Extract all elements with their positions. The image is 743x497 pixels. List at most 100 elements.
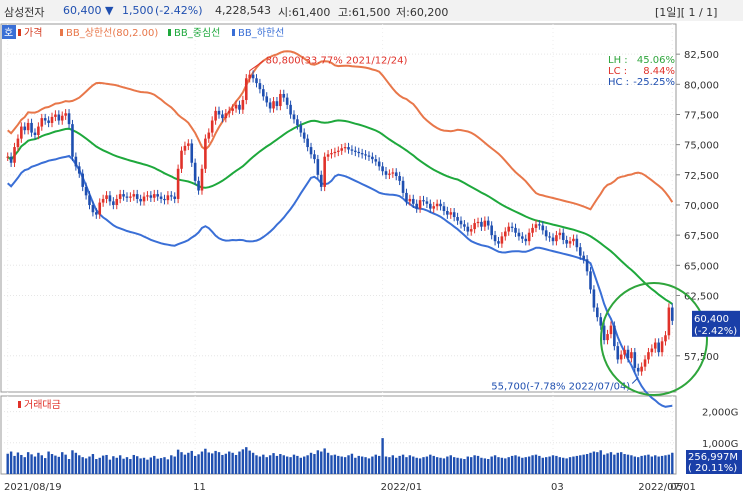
x-tick-label: 2021/08/19 bbox=[4, 482, 62, 493]
candle-body bbox=[463, 224, 466, 227]
volume-bar bbox=[449, 455, 452, 474]
volume-bar bbox=[538, 455, 541, 474]
candle-body bbox=[636, 367, 640, 372]
candle-body bbox=[527, 232, 531, 242]
candle-body bbox=[592, 289, 596, 308]
candle-body bbox=[411, 198, 415, 204]
candle-body bbox=[384, 171, 388, 175]
volume-bar bbox=[173, 456, 176, 474]
candle-body bbox=[394, 172, 398, 177]
stat-value: -25.25% bbox=[633, 77, 675, 88]
candle-body bbox=[71, 124, 74, 157]
candle-body bbox=[398, 176, 401, 181]
volume-bar bbox=[425, 456, 429, 474]
volume-bar bbox=[555, 455, 558, 474]
candle-body bbox=[616, 346, 620, 360]
volume-bar bbox=[463, 459, 466, 474]
y-tick-label: 70,000 bbox=[684, 201, 719, 212]
candle-body bbox=[146, 195, 149, 197]
volume-bar bbox=[565, 458, 568, 474]
candle-body bbox=[251, 74, 255, 79]
y-tick-label: 72,500 bbox=[684, 171, 719, 182]
candle-body bbox=[354, 150, 357, 152]
volume-bar bbox=[493, 455, 497, 474]
volume-bar bbox=[572, 456, 575, 474]
candle-body bbox=[47, 120, 50, 123]
volume-bar bbox=[398, 455, 401, 474]
candle-body bbox=[582, 255, 585, 260]
candle-body bbox=[248, 74, 251, 79]
candle-body bbox=[544, 230, 548, 237]
volume-legend-label: 거래대금 bbox=[24, 399, 61, 411]
candle-body bbox=[357, 151, 361, 154]
price-badge-value: 60,400 bbox=[694, 314, 729, 325]
volume-bar bbox=[282, 455, 285, 474]
volume-bar bbox=[125, 457, 129, 474]
candle-body bbox=[670, 307, 674, 321]
candle-body bbox=[166, 195, 170, 201]
candle-body bbox=[306, 138, 309, 148]
volume-bar bbox=[115, 457, 118, 474]
volume-bar bbox=[197, 454, 200, 474]
candle-body bbox=[640, 366, 643, 372]
open-price: 시:61,400 bbox=[278, 6, 331, 19]
candle-body bbox=[510, 226, 514, 228]
candle-body bbox=[401, 180, 405, 193]
candle-body bbox=[469, 229, 473, 232]
volume-bar bbox=[101, 455, 105, 474]
volume-bar bbox=[381, 438, 384, 474]
volume-bar bbox=[146, 459, 149, 474]
candle-body bbox=[408, 198, 412, 202]
stock-name: 삼성전자 bbox=[4, 6, 45, 19]
volume-bar bbox=[442, 458, 446, 474]
volume-bar bbox=[500, 457, 504, 474]
candle-body bbox=[152, 194, 156, 198]
volume-bar bbox=[136, 456, 139, 474]
volume-bar bbox=[395, 457, 398, 474]
volume-bar bbox=[71, 450, 74, 474]
period-selector[interactable]: [1일][ 1 / 1] bbox=[655, 4, 717, 20]
candle-body bbox=[466, 226, 470, 232]
volume-bar bbox=[238, 451, 241, 474]
volume-bar bbox=[585, 454, 589, 474]
candle-body bbox=[95, 212, 98, 215]
volume-bar bbox=[384, 456, 388, 474]
candle-body bbox=[156, 194, 159, 197]
volume-bar bbox=[568, 457, 572, 474]
volume-tick-label: 1,000G bbox=[702, 439, 738, 450]
candle-body bbox=[364, 154, 367, 156]
candle-body bbox=[292, 114, 296, 120]
volume-bar bbox=[98, 457, 101, 474]
volume-bar bbox=[401, 454, 405, 474]
volume-bar bbox=[156, 458, 159, 474]
candle-body bbox=[23, 126, 27, 131]
y-tick-label: 67,500 bbox=[684, 231, 719, 242]
candle-body bbox=[112, 201, 115, 205]
volume-bar bbox=[9, 451, 13, 474]
volume-bar bbox=[248, 450, 251, 474]
candle-body bbox=[609, 325, 613, 335]
y-tick-label: 80,000 bbox=[684, 80, 719, 91]
current-price: 60,400 bbox=[63, 4, 102, 17]
candle-body bbox=[456, 217, 459, 221]
volume-badge-value: 256,997M bbox=[688, 452, 738, 463]
candle-body bbox=[500, 236, 504, 244]
candle-body bbox=[197, 180, 200, 191]
candle-body bbox=[265, 96, 269, 103]
candle-body bbox=[524, 238, 528, 242]
candle-body bbox=[667, 307, 671, 336]
candle-body bbox=[507, 226, 511, 232]
volume-bar bbox=[91, 454, 95, 474]
y-tick-label: 77,500 bbox=[684, 110, 719, 121]
candle-body bbox=[313, 154, 316, 160]
volume-bar bbox=[483, 458, 487, 474]
volume-bar bbox=[163, 457, 166, 474]
candle-body bbox=[296, 119, 299, 126]
volume-bar bbox=[592, 451, 596, 474]
volume-bar bbox=[309, 452, 313, 474]
volume-bar bbox=[214, 450, 217, 474]
candle-body bbox=[214, 110, 217, 121]
candle-body bbox=[132, 194, 136, 197]
volume-bar bbox=[153, 455, 156, 474]
trade-volume: 4,228,543 bbox=[215, 4, 271, 17]
